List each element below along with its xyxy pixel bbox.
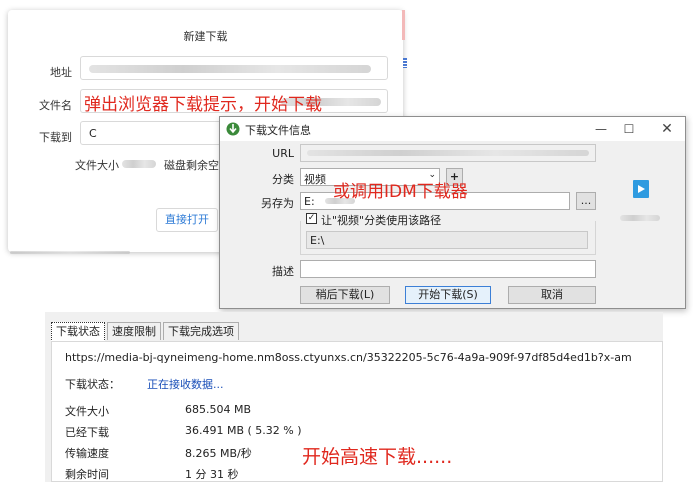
speed-value: 8.265 MB/秒	[185, 447, 252, 460]
tab-download-status[interactable]: 下载状态	[51, 322, 105, 342]
open-directly-button[interactable]: 直接打开	[156, 208, 218, 232]
save-to-label: 下载到	[39, 131, 72, 144]
blurred-filesize	[122, 160, 156, 168]
download-later-button[interactable]: 稍后下载(L)	[300, 286, 390, 304]
browse-button[interactable]: ...	[576, 192, 596, 210]
close-icon[interactable]: ✕	[656, 120, 678, 138]
save-as-value: E:	[304, 195, 315, 208]
category-value: 视频	[304, 173, 326, 186]
description-label: 描述	[272, 265, 294, 278]
annotation-fast-tip: 开始高速下载......	[302, 446, 453, 468]
time-left-label: 剩余时间	[65, 468, 109, 481]
path-value: E:\	[310, 234, 325, 247]
description-field[interactable]	[300, 260, 596, 278]
path-field: E:\	[306, 231, 588, 249]
tab-speed-limit[interactable]: 速度限制	[107, 322, 161, 340]
idm-app-icon	[226, 122, 240, 136]
url-label: URL	[272, 147, 294, 160]
background-blurred-text	[10, 251, 130, 254]
video-file-icon	[633, 180, 649, 198]
maximize-icon[interactable]: ☐	[618, 120, 640, 138]
progress-tabs: 下载状态 速度限制 下载完成选项	[51, 322, 241, 342]
filesize-label: 文件大小	[65, 405, 109, 418]
blurred-file-info	[620, 215, 660, 221]
dialog-title: 新建下载	[183, 30, 228, 43]
blurred-url	[307, 150, 589, 156]
status-value: 正在接收数据...	[147, 378, 224, 391]
time-left-value: 1 分 31 秒	[185, 468, 239, 481]
url-field[interactable]	[300, 144, 596, 162]
blurred-url	[89, 65, 371, 73]
filesize-value: 685.504 MB	[185, 403, 252, 416]
idm-titlebar: 下载文件信息 — ☐ ✕	[220, 117, 685, 141]
category-label: 分类	[272, 173, 294, 186]
window-edge-red	[402, 10, 405, 40]
save-to-value: C	[89, 127, 97, 140]
downloaded-value: 36.491 MB ( 5.32 % )	[185, 424, 302, 437]
save-as-label: 另存为	[261, 197, 294, 210]
tab-completion-options[interactable]: 下载完成选项	[163, 322, 239, 340]
speed-label: 传输速度	[65, 447, 109, 460]
annotation-idm-tip: 或调用IDM下载器	[333, 182, 468, 202]
cancel-button[interactable]: 取消	[508, 286, 596, 304]
window-edge-blue	[403, 58, 407, 68]
filename-label: 文件名	[39, 99, 72, 112]
idm-dialog-title: 下载文件信息	[245, 124, 311, 137]
status-label: 下载状态：	[65, 378, 120, 391]
filesize-label: 文件大小	[75, 159, 119, 172]
downloaded-label: 已经下载	[65, 426, 109, 439]
start-download-button[interactable]: 开始下载(S)	[405, 286, 491, 304]
download-url: https://media-bj-qyneimeng-home.nm8oss.c…	[65, 351, 632, 364]
annotation-browser-tip: 弹出浏览器下载提示，开始下载	[84, 95, 322, 115]
idm-download-dialog: 下载文件信息 — ☐ ✕ URL 分类 视频 ⌄ + 另存为 E: ... ✓ …	[219, 116, 686, 309]
address-field[interactable]	[80, 56, 388, 80]
minimize-icon[interactable]: —	[590, 120, 612, 138]
address-label: 地址	[50, 66, 72, 79]
